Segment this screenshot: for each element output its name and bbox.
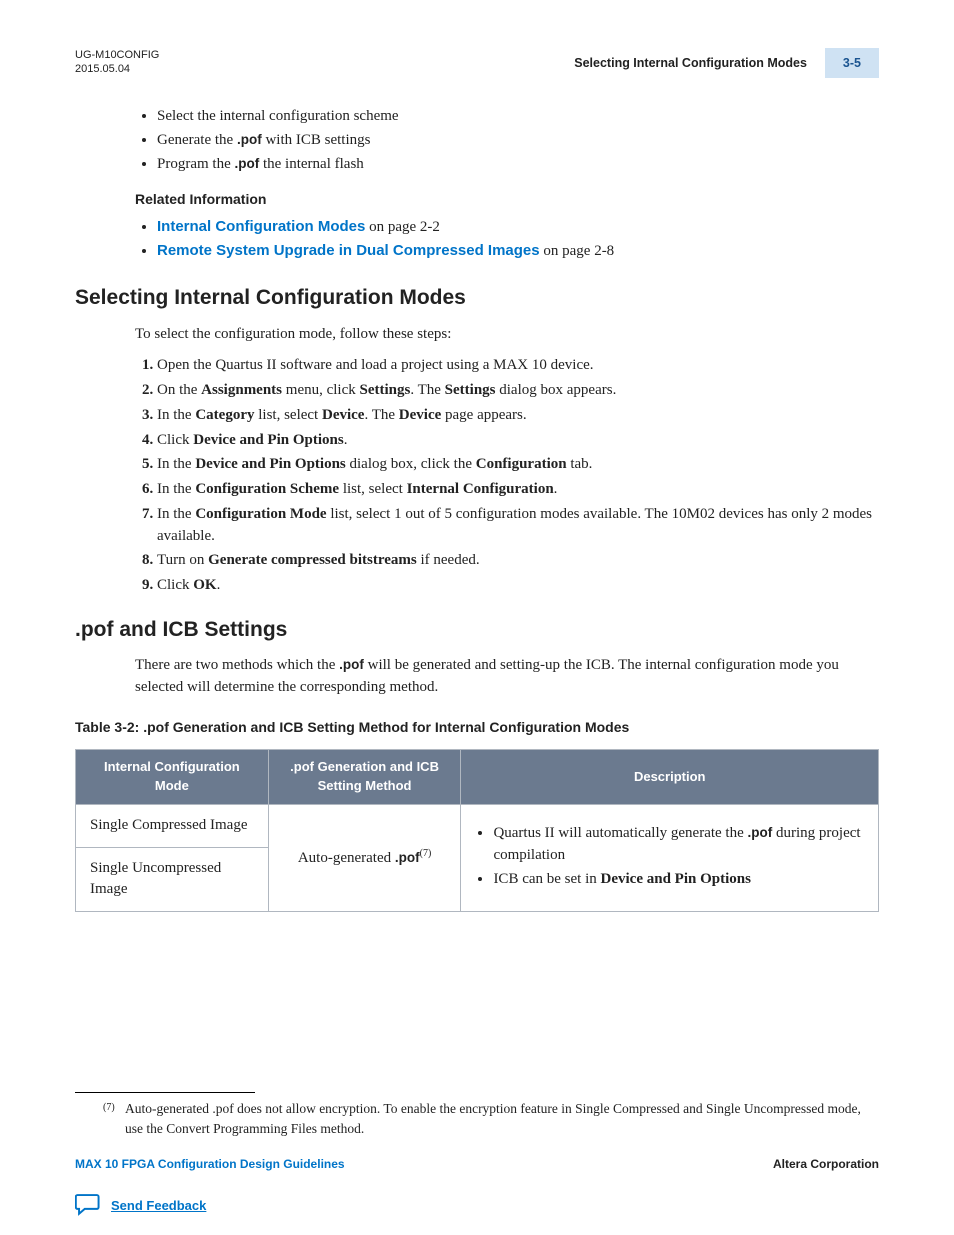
footnote-text: Auto-generated .pof does not allow encry… — [125, 1099, 879, 1138]
cell-mode: Single Compressed Image — [76, 804, 269, 847]
list-item: Program the .pof the internal flash — [157, 154, 879, 176]
steps-list: Open the Quartus II software and load a … — [157, 355, 879, 597]
table-row: Single Compressed Image Auto-generated .… — [76, 804, 879, 847]
list-item: ICB can be set in Device and Pin Options — [493, 869, 864, 891]
related-links: Internal Configuration Modes on page 2-2… — [157, 216, 879, 264]
footer-doc-title: MAX 10 FPGA Configuration Design Guideli… — [75, 1156, 345, 1173]
list-item: Internal Configuration Modes on page 2-2 — [157, 216, 879, 239]
top-bullets: Select the internal configuration scheme… — [157, 106, 879, 175]
col-header: Internal Configuration Mode — [76, 750, 269, 805]
list-item: Quartus II will automatically generate t… — [493, 823, 864, 867]
step-text: In the Device and Pin Options dialog box… — [157, 456, 592, 472]
link-suffix: on page 2-2 — [365, 219, 440, 235]
send-feedback-link[interactable]: Send Feedback — [75, 1192, 879, 1222]
step-text: On the Assignments menu, click Settings.… — [157, 382, 616, 398]
intro-text-2: There are two methods which the .pof wil… — [135, 655, 879, 699]
list-item: Select the internal configuration scheme — [157, 106, 879, 128]
header-section-title: Selecting Internal Configuration Modes — [574, 54, 807, 72]
step-item: Open the Quartus II software and load a … — [157, 355, 879, 377]
table-caption: Table 3-2: .pof Generation and ICB Setti… — [75, 717, 879, 737]
list-item: Generate the .pof with ICB settings — [157, 130, 879, 152]
bullet-text: Generate the .pof with ICB settings — [157, 132, 370, 148]
header-right: Selecting Internal Configuration Modes 3… — [574, 48, 879, 78]
step-item: In the Device and Pin Options dialog box… — [157, 454, 879, 476]
step-item: Turn on Generate compressed bitstreams i… — [157, 550, 879, 572]
step-item: In the Category list, select Device. The… — [157, 405, 879, 427]
step-text: In the Category list, select Device. The… — [157, 407, 527, 423]
doc-id: UG-M10CONFIG — [75, 48, 159, 62]
feedback-icon — [75, 1192, 101, 1222]
desc-text: Quartus II will automatically generate t… — [493, 825, 860, 863]
col-header: .pof Generation and ICB Setting Method — [268, 750, 461, 805]
bullet-text: Program the .pof the internal flash — [157, 156, 364, 172]
page-header: UG-M10CONFIG 2015.05.04 Selecting Intern… — [75, 48, 879, 78]
doc-date: 2015.05.04 — [75, 62, 159, 76]
desc-list: Quartus II will automatically generate t… — [493, 823, 864, 890]
top-bullet-block: Select the internal configuration scheme… — [135, 106, 879, 263]
cell-method: Auto-generated .pof(7) — [268, 804, 461, 911]
pof-icb-table: Internal Configuration Mode .pof Generat… — [75, 749, 879, 912]
cell-description: Quartus II will automatically generate t… — [461, 804, 879, 911]
step-text: Turn on Generate compressed bitstreams i… — [157, 552, 480, 568]
link-suffix: on page 2-8 — [540, 243, 615, 259]
section-body-2: There are two methods which the .pof wil… — [135, 655, 879, 699]
intro-text: To select the configuration mode, follow… — [135, 324, 879, 346]
related-info-label: Related Information — [135, 189, 879, 209]
bullet-text: Select the internal configuration scheme — [157, 108, 399, 124]
step-text: Click OK. — [157, 577, 220, 593]
footer-company: Altera Corporation — [773, 1156, 879, 1173]
method-text: Auto-generated .pof — [298, 850, 420, 866]
step-text: In the Configuration Mode list, select 1… — [157, 506, 872, 544]
desc-text: ICB can be set in Device and Pin Options — [493, 871, 751, 887]
heading-selecting-modes: Selecting Internal Configuration Modes — [75, 283, 879, 313]
step-item: Click OK. — [157, 575, 879, 597]
page-number: 3-5 — [825, 48, 879, 78]
footnote-ref: (7) — [420, 848, 432, 859]
step-item: In the Configuration Scheme list, select… — [157, 479, 879, 501]
col-header: Description — [461, 750, 879, 805]
step-text: Click Device and Pin Options. — [157, 432, 347, 448]
footnote-rule — [75, 1092, 255, 1093]
list-item: Remote System Upgrade in Dual Compressed… — [157, 240, 879, 263]
step-text: In the Configuration Scheme list, select… — [157, 481, 557, 497]
step-item: On the Assignments menu, click Settings.… — [157, 380, 879, 402]
feedback-label: Send Feedback — [111, 1197, 206, 1216]
cell-mode: Single Uncompressed Image — [76, 847, 269, 912]
section-body: To select the configuration mode, follow… — [135, 324, 879, 597]
doc-id-block: UG-M10CONFIG 2015.05.04 — [75, 48, 159, 77]
page-footer: MAX 10 FPGA Configuration Design Guideli… — [75, 1156, 879, 1173]
heading-pof-icb: .pof and ICB Settings — [75, 615, 879, 645]
link-remote-system-upgrade[interactable]: Remote System Upgrade in Dual Compressed… — [157, 242, 540, 259]
table-header-row: Internal Configuration Mode .pof Generat… — [76, 750, 879, 805]
footnote: (7) Auto-generated .pof does not allow e… — [75, 1099, 879, 1138]
step-text: Open the Quartus II software and load a … — [157, 357, 594, 373]
footnote-marker: (7) — [103, 1099, 119, 1138]
step-item: Click Device and Pin Options. — [157, 430, 879, 452]
link-internal-config-modes[interactable]: Internal Configuration Modes — [157, 218, 365, 235]
step-item: In the Configuration Mode list, select 1… — [157, 504, 879, 548]
